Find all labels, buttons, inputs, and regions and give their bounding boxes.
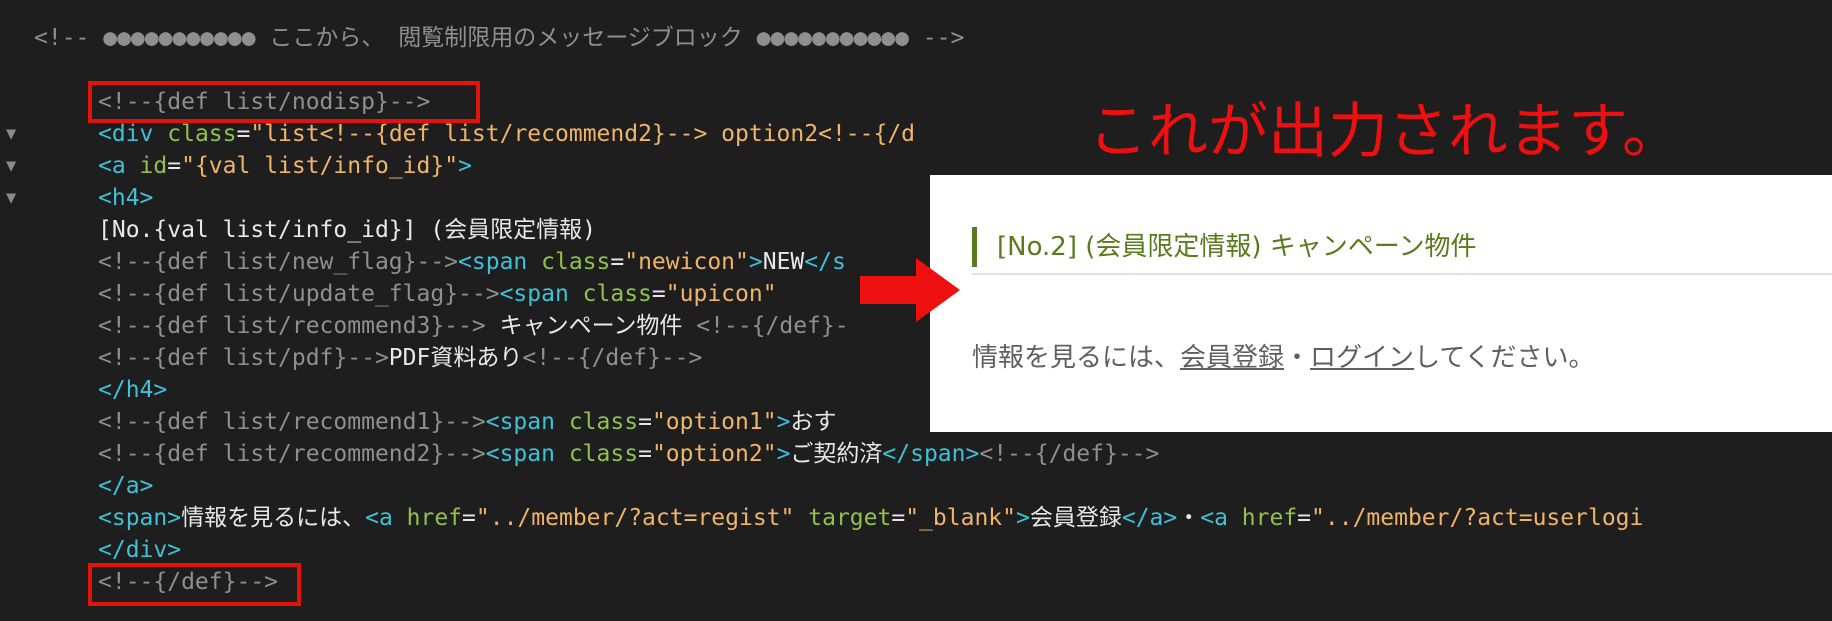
fold-toggle-icon[interactable]: ▼ (6, 118, 26, 150)
code-line: </div> (98, 534, 181, 566)
code-token: <!--{/def}--> (979, 441, 1160, 467)
code-token: おす (790, 409, 837, 435)
code-token: "_blank" (905, 505, 1016, 531)
code-token: "option1" (651, 409, 777, 435)
code-token: "../member/?act=userlogi (1311, 505, 1644, 531)
code-token: = (462, 505, 476, 531)
code-token: <h4> (98, 185, 154, 211)
code-token: <a (98, 153, 140, 179)
code-token: > (776, 441, 791, 467)
code-token: = (638, 441, 652, 467)
code-token: <!--{/def}--> (522, 345, 703, 371)
code-token: <!-- ●●●●●●●●●●● ここから、 閲覧制限用のメッセージブロック ●… (34, 25, 965, 51)
code-line: <h4> (98, 182, 153, 214)
code-token: <!--{def list/pdf}--> (98, 345, 389, 371)
code-token: ・ (1177, 505, 1201, 531)
register-link[interactable]: 会員登録 (1180, 343, 1284, 373)
code-token: <span (485, 441, 569, 467)
code-token: > (748, 249, 763, 275)
code-token: <span (458, 249, 542, 275)
fold-toggle-icon[interactable]: ▼ (6, 150, 26, 182)
code-line: <!--{def list/recommend2}--><span class=… (98, 438, 1159, 470)
code-token: href (1241, 505, 1298, 531)
code-token: = (167, 153, 182, 179)
code-token: 会員登録 (1029, 505, 1122, 531)
code-token: "option2" (651, 441, 777, 467)
code-token: <a (1200, 505, 1242, 531)
rendered-preview-panel: [No.2] (会員限定情報) キャンペーン物件 情報を見るには、会員登録・ログ… (930, 175, 1832, 432)
code-token: <!--{def list/recommend3}--> (98, 313, 486, 339)
code-line: <!-- ●●●●●●●●●●● ここから、 閲覧制限用のメッセージブロック ●… (34, 22, 964, 54)
code-token: <!--{def list/new_flag}--> (98, 249, 459, 275)
code-token: > (1015, 505, 1030, 531)
code-token: キャンペーン物件 (485, 313, 697, 339)
code-line: </a> (98, 470, 153, 502)
annotation-title: これが出力されます。 (1088, 97, 1682, 167)
right-arrow-icon (860, 258, 960, 322)
code-token: <a (365, 505, 407, 531)
code-token: href (406, 505, 463, 531)
code-token: = (236, 121, 251, 147)
code-line: [No.{val list/info_id}] (会員限定情報) (98, 214, 596, 246)
code-token: [No.{val list/info_id}] (会員限定情報) (98, 217, 597, 243)
code-token: class (582, 281, 652, 307)
code-token: "../member/?act=regist" (475, 505, 795, 531)
code-token: 情報を見るには、 (181, 505, 366, 531)
message-suffix: してください。 (1414, 343, 1595, 373)
code-token: "newicon" (624, 249, 749, 275)
code-line: <!--{def list/pdf}-->PDF資料あり<!--{/def}--… (98, 342, 702, 374)
code-token: = (638, 409, 652, 435)
highlight-box-def-close (88, 563, 301, 606)
code-token: = (651, 281, 666, 307)
code-token: <span (485, 409, 569, 435)
message-prefix: 情報を見るには、 (972, 343, 1181, 373)
code-token: class (167, 121, 237, 147)
code-token: </a> (1121, 505, 1178, 531)
highlight-box-def-open (88, 81, 480, 123)
code-token: </div> (98, 537, 182, 563)
code-line: <span>情報を見るには、<a href="../member/?act=re… (98, 502, 1643, 534)
code-token: <div (98, 121, 168, 147)
code-token: </s (804, 249, 846, 275)
code-token: = (891, 505, 906, 531)
code-token: </span> (882, 441, 980, 467)
code-token: "{val list/info_id}" (181, 153, 459, 179)
code-line: </h4> (98, 374, 167, 406)
code-token: <!--{/def}- (696, 313, 849, 339)
code-token: > (458, 153, 472, 179)
code-token: <!--{def list/update_flag}--> (98, 281, 500, 307)
code-token: NEW (762, 249, 805, 275)
login-link[interactable]: ログイン (1310, 343, 1414, 373)
code-token: <!--{def list/recommend1}--> (98, 409, 486, 435)
code-token: </h4> (98, 377, 168, 403)
code-token: class (568, 441, 639, 467)
code-token: "upicon" (665, 281, 777, 307)
code-token: <span> (98, 505, 182, 531)
code-token: ご契約済 (790, 441, 883, 467)
fold-toggle-icon[interactable]: ▼ (6, 182, 26, 214)
message-separator: ・ (1284, 343, 1311, 373)
code-token: class (568, 409, 639, 435)
code-line: <!--{def list/recommend3}--> キャンペーン物件 <!… (98, 310, 849, 342)
code-token: = (610, 249, 625, 275)
code-line: <a id="{val list/info_id}"> (98, 150, 472, 182)
code-token: target (808, 505, 892, 531)
code-token: <!--{def list/recommend2}--> (98, 441, 486, 467)
preview-message: 情報を見るには、会員登録・ログインしてください。 (972, 338, 1595, 378)
code-token: class (541, 249, 611, 275)
code-token: > (776, 409, 791, 435)
code-token: PDF資料あり (388, 345, 523, 371)
code-token: </a> (98, 473, 154, 499)
preview-heading: [No.2] (会員限定情報) キャンペーン物件 (972, 227, 1832, 267)
code-token: id (139, 153, 168, 179)
code-line: <!--{def list/recommend1}--><span class=… (98, 406, 836, 438)
code-token: "list<!--{def list/recommend2}--> option… (250, 121, 916, 147)
code-token: = (1297, 505, 1312, 531)
preview-divider (972, 273, 1832, 275)
code-token: <span (499, 281, 583, 307)
code-line: <!--{def list/new_flag}--><span class="n… (98, 246, 846, 278)
code-line: <!--{def list/update_flag}--><span class… (98, 278, 777, 310)
